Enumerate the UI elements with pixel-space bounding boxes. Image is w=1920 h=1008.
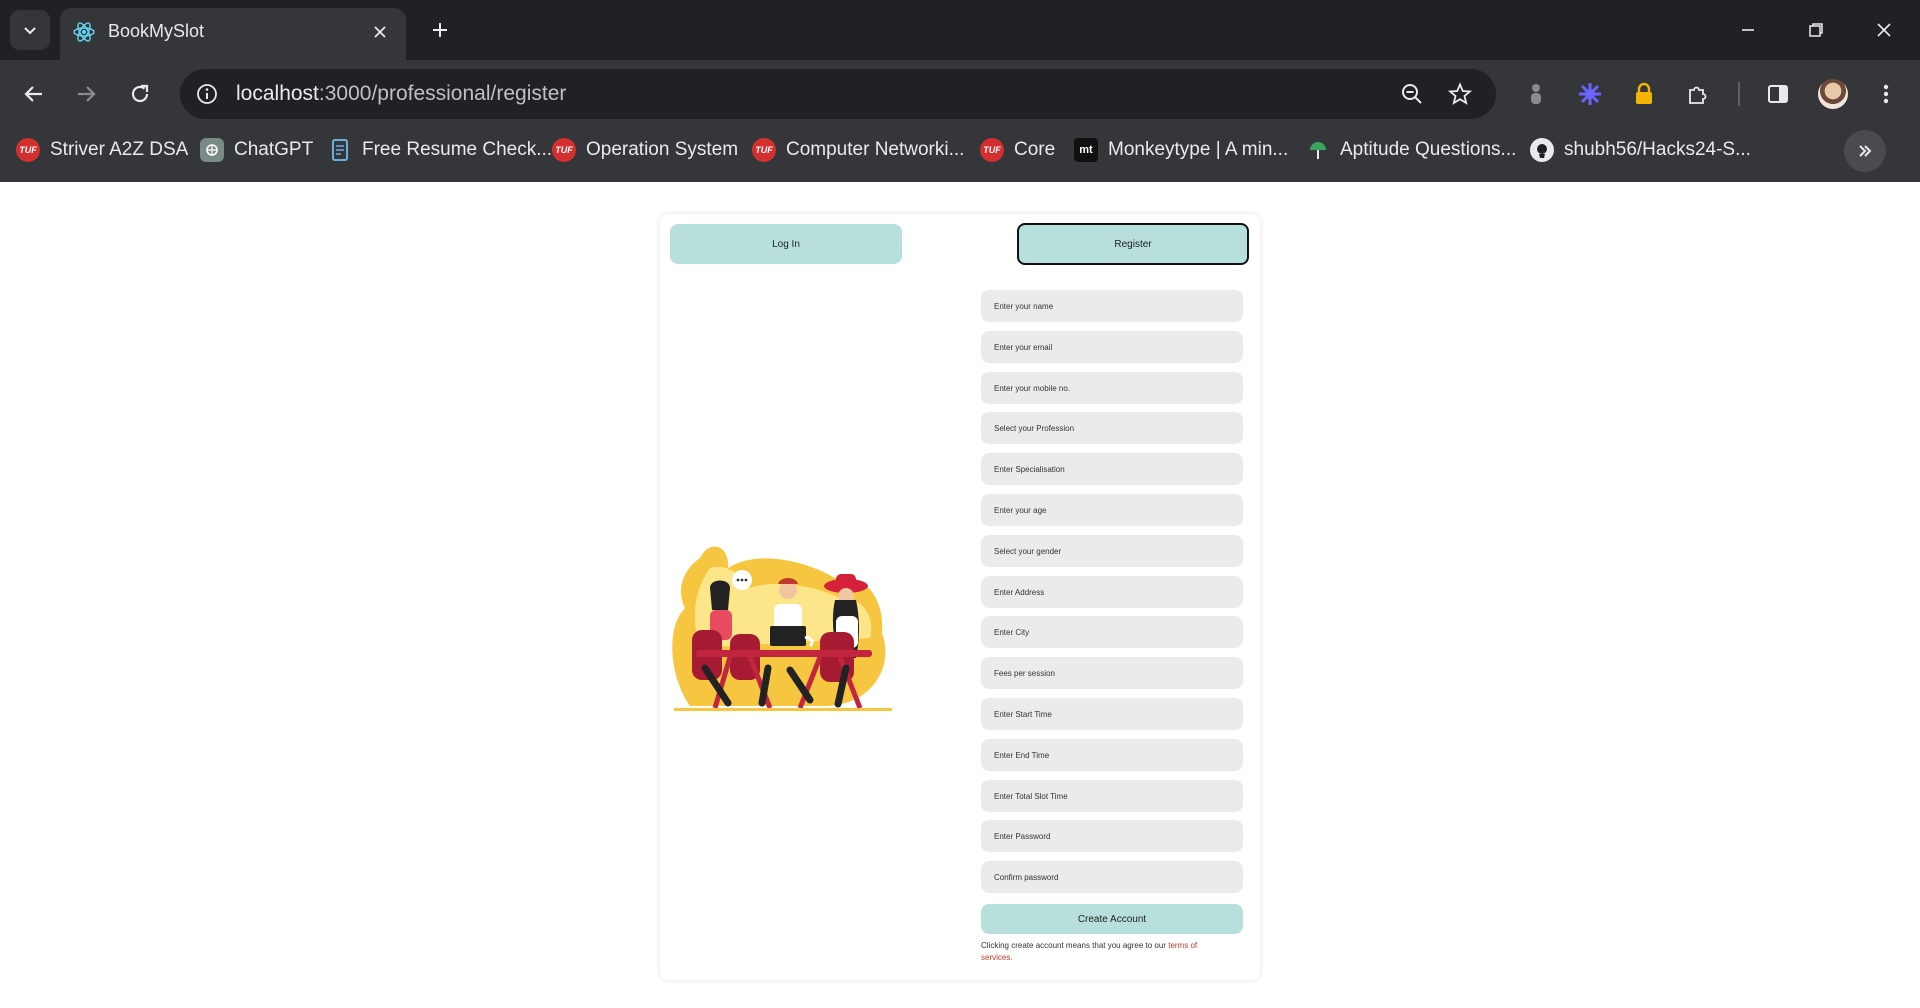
end-time-input[interactable]: Enter End Time (981, 739, 1243, 771)
lock-extension-icon (1636, 82, 1652, 104)
profile-avatar[interactable] (1818, 79, 1848, 109)
minimize-button[interactable] (1726, 10, 1770, 50)
info-icon (197, 84, 217, 104)
extension-button[interactable] (1520, 78, 1552, 110)
profession-select[interactable]: Select your Profession (981, 412, 1243, 444)
name-input[interactable]: Enter your name (981, 290, 1243, 322)
bookmark-label: Monkeytype | A min... (1108, 139, 1289, 160)
fees-input[interactable]: Fees per session (981, 657, 1243, 689)
confirm-password-input[interactable]: Confirm password (981, 861, 1243, 893)
login-tab[interactable]: Log In (670, 224, 902, 264)
mobile-input[interactable]: Enter your mobile no. (981, 372, 1243, 404)
bookmark-core[interactable]: TUF Core (980, 133, 1055, 167)
bookmark-monkeytype[interactable]: mt Monkeytype | A min... (1074, 133, 1288, 167)
arrow-left-icon (24, 86, 42, 102)
arrow-right-icon (78, 86, 96, 102)
register-tab[interactable]: Register (1017, 223, 1249, 265)
reload-icon (131, 84, 149, 103)
tuf-icon: TUF (752, 138, 776, 162)
friends-cafe-illustration (672, 546, 892, 711)
address-bar[interactable]: localhost:3000/professional/register (180, 69, 1496, 119)
bookmark-label: Operation System (586, 139, 739, 160)
toolbar-divider (1738, 82, 1740, 106)
puzzle-icon (1689, 86, 1707, 104)
bookmark-label: ChatGPT (234, 139, 314, 160)
bookmark-label: Striver A2Z DSA (50, 139, 189, 160)
bookmark-star-button[interactable] (1446, 80, 1474, 108)
bookmark-striver[interactable]: TUF Striver A2Z DSA (16, 133, 188, 167)
zoom-out-icon (1402, 84, 1422, 104)
forward-button[interactable] (68, 76, 104, 112)
tab-title: BookMySlot (108, 21, 205, 41)
side-panel-button[interactable] (1762, 78, 1794, 110)
extension-button[interactable] (1574, 78, 1606, 110)
extensions-menu-button[interactable] (1682, 78, 1714, 110)
start-time-input[interactable]: Enter Start Time (981, 698, 1243, 730)
tuf-icon: TUF (552, 138, 576, 162)
city-input[interactable]: Enter City (981, 616, 1243, 648)
restore-icon (1809, 23, 1823, 37)
back-button[interactable] (16, 76, 52, 112)
bookmark-aptitude[interactable]: Aptitude Questions... (1306, 133, 1516, 167)
bookmark-chatgpt[interactable]: ChatGPT (200, 133, 313, 167)
specialisation-input[interactable]: Enter Specialisation (981, 453, 1243, 485)
tab-search-button[interactable] (10, 10, 50, 50)
browser-tab[interactable]: BookMySlot (60, 8, 406, 60)
tuf-icon: TUF (980, 138, 1004, 162)
close-icon (374, 26, 386, 38)
bookmark-label: shubh56/Hacks24-S... (1564, 139, 1751, 160)
browser-menu-button[interactable] (1870, 78, 1902, 110)
aptitude-icon (1306, 138, 1330, 162)
chatgpt-icon (200, 138, 224, 162)
bookmark-operation-system[interactable]: TUF Operation System (552, 133, 738, 167)
restore-button[interactable] (1794, 10, 1838, 50)
terms-text: Clicking create account means that you a… (981, 941, 1169, 950)
bookmark-label: Core (1014, 139, 1056, 160)
bookmark-label: Computer Networki... (786, 139, 965, 160)
more-vertical-icon (1883, 84, 1889, 104)
email-input[interactable]: Enter your email (981, 331, 1243, 363)
bookmarks-overflow-button[interactable] (1844, 130, 1886, 172)
bookmark-resume-check[interactable]: Free Resume Check... (328, 133, 552, 167)
star-icon (1448, 82, 1472, 105)
url-text[interactable]: localhost:3000/professional/register (236, 82, 566, 106)
site-info-button[interactable] (194, 81, 220, 107)
password-input[interactable]: Enter Password (981, 820, 1243, 852)
reload-button[interactable] (122, 76, 158, 112)
gender-select[interactable]: Select your gender (981, 535, 1243, 567)
tuf-icon: TUF (16, 138, 40, 162)
plus-icon (433, 23, 447, 37)
monkeytype-icon: mt (1074, 138, 1098, 162)
bookmark-github[interactable]: shubh56/Hacks24-S... (1530, 133, 1751, 167)
minimize-icon (1742, 29, 1754, 31)
register-card: Log In Register Enter your name Enter yo… (660, 214, 1260, 980)
extension-button[interactable] (1628, 78, 1660, 110)
url-host: localhost (236, 82, 319, 105)
bookmark-computer-networking[interactable]: TUF Computer Networki... (752, 133, 964, 167)
react-icon (73, 22, 95, 42)
tab-close-button[interactable] (368, 20, 392, 44)
extension-figure-icon (1531, 84, 1541, 104)
side-panel-icon (1768, 85, 1788, 103)
bookmark-label: Aptitude Questions... (1340, 139, 1517, 160)
url-path: :3000/professional/register (318, 82, 567, 105)
address-input[interactable]: Enter Address (981, 576, 1243, 608)
terms-notice: Clicking create account means that you a… (981, 940, 1221, 964)
slot-time-input[interactable]: Enter Total Slot Time (981, 780, 1243, 812)
zoom-button[interactable] (1398, 80, 1426, 108)
create-account-button[interactable]: Create Account (981, 904, 1243, 934)
close-window-button[interactable] (1862, 10, 1906, 50)
chevron-down-icon (24, 27, 36, 35)
bookmark-label: Free Resume Check... (362, 139, 553, 160)
browser-chrome: BookMySlot localhost:3000/professional/r… (0, 0, 1920, 182)
github-icon (1530, 138, 1554, 162)
new-tab-button[interactable] (424, 14, 456, 46)
asterisk-extension-icon (1579, 83, 1601, 105)
resume-icon (328, 138, 352, 162)
age-input[interactable]: Enter your age (981, 494, 1243, 526)
close-icon (1877, 23, 1891, 37)
double-chevron-right-icon (1859, 145, 1872, 157)
